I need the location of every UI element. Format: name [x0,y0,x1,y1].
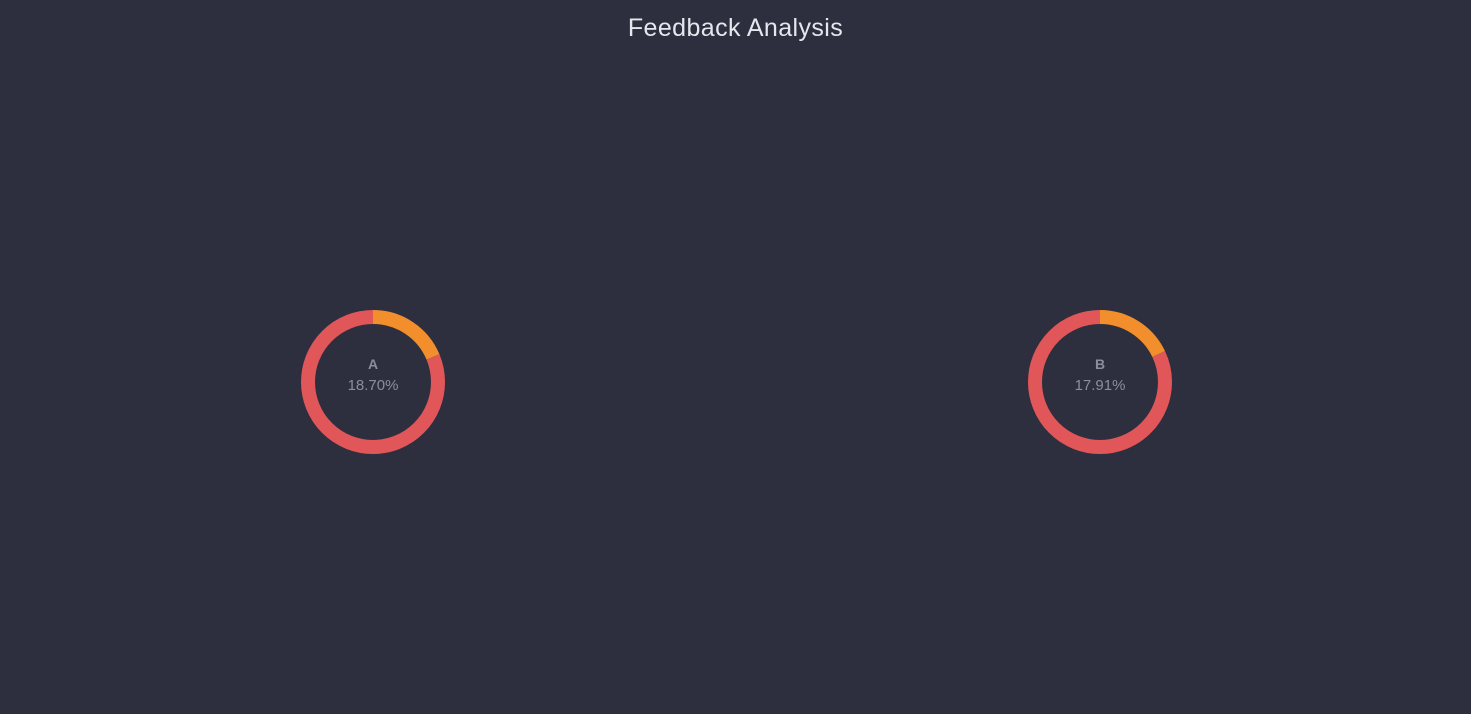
page-title: Feedback Analysis [627,14,844,42]
donut-category-label: A [367,356,379,372]
donut-chart-a[interactable]: A 18.70% [293,302,453,462]
donut-percentage-label: 18.70% [347,377,399,394]
donut-percentage-label: 17.91% [1074,377,1126,394]
donut-category-label: B [1094,356,1106,372]
donut-chart-b[interactable]: B 17.91% [1020,302,1180,462]
